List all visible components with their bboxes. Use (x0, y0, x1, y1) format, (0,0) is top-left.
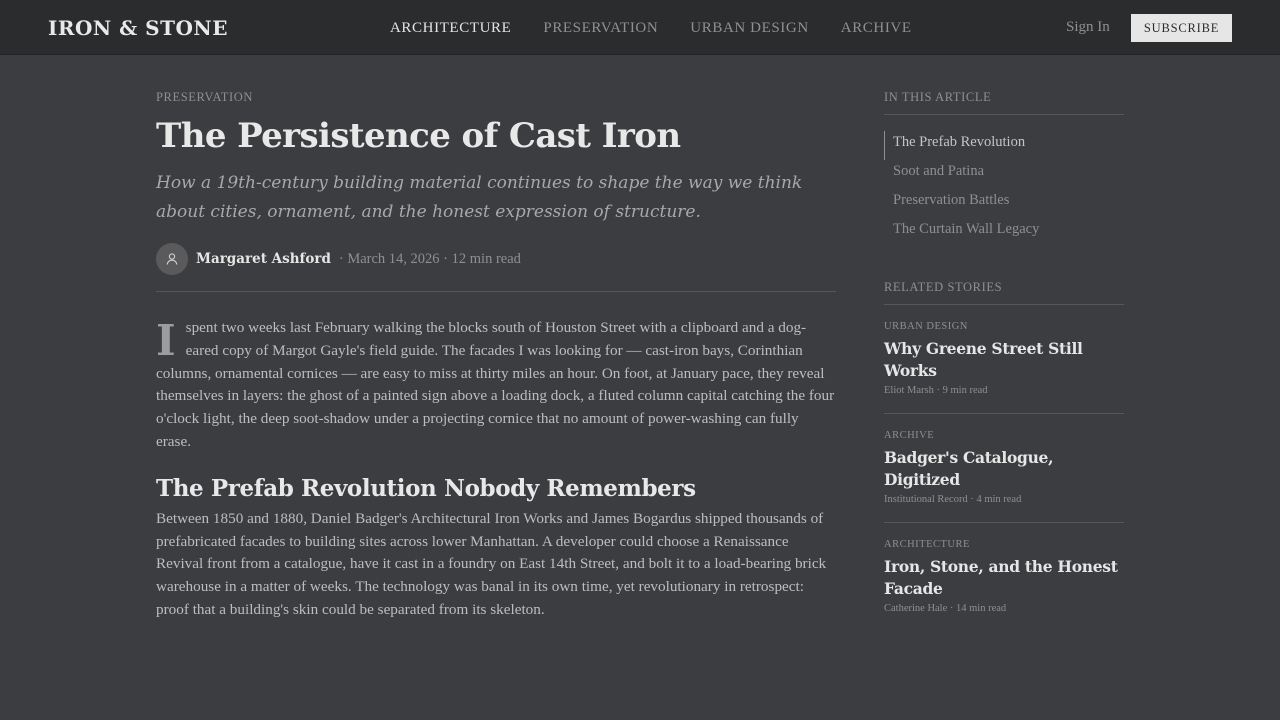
story-category: ARCHITECTURE (884, 539, 970, 550)
related-heading: RELATED STORIES (884, 280, 1124, 305)
top-bar: IRON & STONE ARCHITECTURE PRESERVATION U… (0, 0, 1280, 55)
related-story: ARCHITECTURE Iron, Stone, and the Honest… (884, 523, 1124, 631)
section-heading: The Prefab Revolution Nobody Remembers (156, 474, 696, 502)
article-paragraph: Ispent two weeks last February walking t… (156, 317, 836, 454)
subscribe-button[interactable]: SUBSCRIBE (1131, 14, 1232, 42)
toc-heading: IN THIS ARTICLE (884, 90, 1124, 115)
related-story: ARCHIVE Badger's Catalogue, Digitized In… (884, 414, 1124, 523)
related-story: URBAN DESIGN Why Greene Street Still Wor… (884, 305, 1124, 414)
story-meta: Catherine Hale · 14 min read (884, 603, 1007, 614)
toc-item-prefab-revolution[interactable]: The Prefab Revolution (884, 131, 1124, 160)
story-title-link[interactable]: Why Greene Street Still Works (884, 338, 1124, 382)
article-meta: · March 14, 2026 · 12 min read (338, 250, 521, 267)
story-category: URBAN DESIGN (884, 321, 968, 332)
article-title: The Persistence of Cast Iron (156, 116, 681, 156)
user-icon (166, 253, 178, 265)
sidebar: IN THIS ARTICLE The Prefab Revolution So… (884, 90, 1124, 631)
drop-cap: I (156, 316, 176, 365)
byline: Margaret Ashford · March 14, 2026 · 12 m… (156, 243, 836, 275)
article-paragraph: Between 1850 and 1880, Daniel Badger's A… (156, 509, 827, 618)
author-name[interactable]: Margaret Ashford (196, 251, 331, 267)
nav-architecture[interactable]: ARCHITECTURE (390, 20, 511, 37)
divider (156, 291, 836, 292)
nav-archive[interactable]: ARCHIVE (841, 20, 912, 37)
nav-urban-design[interactable]: URBAN DESIGN (690, 20, 808, 37)
main-nav: ARCHITECTURE PRESERVATION URBAN DESIGN A… (390, 20, 912, 37)
story-category: ARCHIVE (884, 430, 935, 441)
story-meta: Eliot Marsh · 9 min read (884, 385, 988, 396)
article-subtitle: How a 19th-century building material con… (156, 173, 803, 222)
nav-preservation[interactable]: PRESERVATION (543, 20, 658, 37)
paragraph-text: spent two weeks last February walking th… (156, 319, 835, 450)
table-of-contents: The Prefab Revolution Soot and Patina Pr… (884, 131, 1124, 247)
story-title-link[interactable]: Iron, Stone, and the Honest Facade (884, 556, 1124, 600)
toc-item-soot-and-patina[interactable]: Soot and Patina (884, 160, 1124, 189)
related-stories: URBAN DESIGN Why Greene Street Still Wor… (884, 305, 1124, 631)
sign-in-link[interactable]: Sign In (1066, 19, 1110, 36)
site-logo[interactable]: IRON & STONE (48, 16, 228, 40)
avatar[interactable] (156, 243, 188, 275)
story-title-link[interactable]: Badger's Catalogue, Digitized (884, 447, 1124, 491)
toc-item-curtain-wall-legacy[interactable]: The Curtain Wall Legacy (884, 218, 1124, 247)
toc-item-preservation-battles[interactable]: Preservation Battles (884, 189, 1124, 218)
story-meta: Institutional Record · 4 min read (884, 494, 1022, 505)
article: PRESERVATION The Persistence of Cast Iro… (156, 90, 836, 622)
article-category[interactable]: PRESERVATION (156, 90, 836, 105)
